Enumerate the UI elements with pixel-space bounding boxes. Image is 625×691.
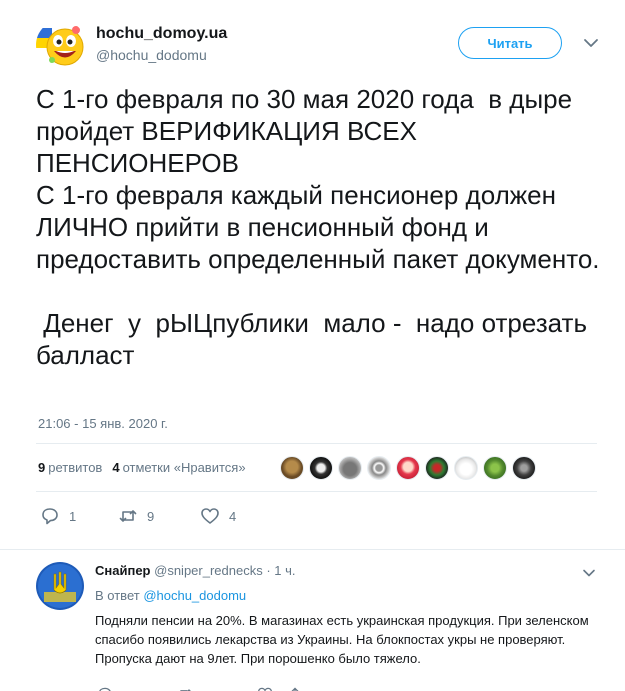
- liker-avatar[interactable]: [512, 456, 536, 480]
- retweets-label: ретвитов: [48, 459, 103, 475]
- reply-header: Снайпер @sniper_rednecks · 1 ч.: [95, 562, 296, 580]
- liker-avatar[interactable]: [309, 456, 333, 480]
- reply-to-handle-link[interactable]: @hochu_dodomu: [143, 588, 246, 603]
- liker-avatar[interactable]: [425, 456, 449, 480]
- reply-button[interactable]: 1: [40, 503, 76, 529]
- chevron-down-icon[interactable]: [582, 34, 600, 52]
- liker-avatar[interactable]: [483, 456, 507, 480]
- retweets-count: 9: [38, 459, 46, 475]
- user-handle[interactable]: @hochu_dodomu: [96, 46, 227, 64]
- tweet-header: hochu_domoy.ua @hochu_dodomu Читать: [36, 20, 606, 72]
- display-name[interactable]: hochu_domoy.ua: [96, 24, 227, 44]
- smiley-avatar-icon: [36, 20, 86, 70]
- retweet-icon: [119, 510, 137, 522]
- tweet-text: С 1-го февраля по 30 мая 2020 года в дыр…: [36, 84, 600, 370]
- like-button[interactable]: 4: [200, 503, 236, 529]
- likes-label: отметки «Нравится»: [122, 459, 246, 475]
- reply-count: 1: [69, 508, 77, 524]
- reply-handle[interactable]: @sniper_rednecks: [154, 563, 263, 578]
- avatar[interactable]: [36, 20, 86, 70]
- liker-avatars: [280, 456, 541, 480]
- likes-count: 4: [112, 459, 120, 475]
- retweet-icon[interactable]: [177, 686, 193, 691]
- reply-time[interactable]: 1 ч.: [274, 563, 295, 578]
- divider: [0, 549, 625, 550]
- liker-avatar[interactable]: [396, 456, 420, 480]
- reply-icon[interactable]: [97, 686, 113, 691]
- chevron-down-icon[interactable]: [582, 566, 596, 580]
- reply-icon: [42, 508, 58, 525]
- reply-tweet[interactable]: Снайпер @sniper_rednecks · 1 ч. В ответ …: [36, 558, 606, 691]
- likes-stat[interactable]: 4 отметки «Нравится»: [112, 460, 245, 475]
- reply-display-name[interactable]: Снайпер: [95, 563, 151, 578]
- tweet-actions: 1 9 4: [38, 503, 598, 531]
- retweets-stat[interactable]: 9 ретвитов: [38, 460, 102, 475]
- liker-avatar[interactable]: [338, 456, 362, 480]
- retweet-count: 9: [147, 508, 155, 524]
- ukraine-trident-avatar-icon: [36, 562, 84, 610]
- share-icon[interactable]: [287, 686, 303, 691]
- liker-avatar[interactable]: [454, 456, 478, 480]
- reply-avatar[interactable]: [36, 562, 84, 610]
- heart-icon[interactable]: [257, 686, 273, 691]
- liker-avatar[interactable]: [367, 456, 391, 480]
- retweet-button[interactable]: 9: [118, 503, 154, 529]
- follow-button[interactable]: Читать: [458, 27, 562, 59]
- like-count: 4: [229, 508, 237, 524]
- divider: [36, 491, 597, 492]
- liker-avatar[interactable]: [280, 456, 304, 480]
- reply-separator: ·: [262, 563, 275, 578]
- tweet-stats: 9 ретвитов 4 отметки «Нравится»: [38, 444, 598, 490]
- reply-actions: [95, 682, 495, 691]
- reply-to-prefix: В ответ: [95, 588, 144, 603]
- tweet-timestamp[interactable]: 21:06 - 15 янв. 2020 г.: [38, 416, 168, 431]
- reply-text: Подняли пенсии на 20%. В магазинах есть …: [95, 613, 589, 666]
- heart-icon: [201, 508, 219, 524]
- reply-to-line: В ответ @hochu_dodomu: [95, 588, 246, 603]
